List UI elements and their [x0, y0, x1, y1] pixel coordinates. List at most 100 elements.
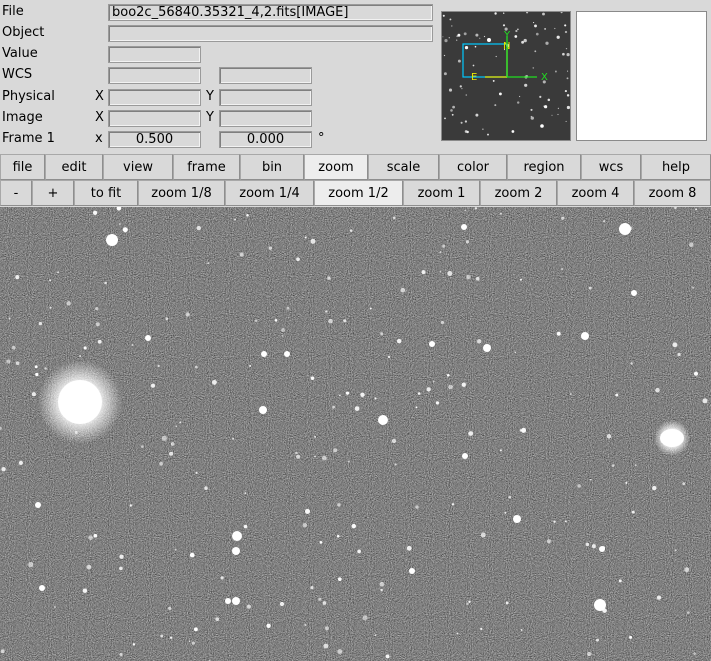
star: [466, 274, 471, 280]
star: [83, 346, 87, 350]
star: [429, 341, 435, 347]
menu-help[interactable]: help: [641, 154, 711, 180]
star: [140, 445, 144, 448]
star: [15, 275, 20, 280]
star: [534, 24, 537, 28]
star: [499, 449, 502, 452]
star: [672, 342, 678, 348]
star: [603, 220, 605, 222]
star: [474, 45, 477, 48]
star: [542, 12, 545, 16]
wcs-field-2: [219, 67, 312, 84]
menu-scale[interactable]: scale: [368, 154, 439, 180]
star: [232, 597, 240, 605]
physical-x-field: [108, 89, 201, 106]
star: [530, 115, 532, 118]
star: [448, 384, 453, 390]
star: [266, 623, 271, 628]
star: [535, 32, 539, 36]
star: [44, 367, 47, 370]
star: [479, 37, 481, 39]
menu-bin[interactable]: bin: [240, 154, 304, 180]
star: [461, 87, 463, 90]
bright-galaxy-core: [660, 429, 684, 447]
star: [492, 79, 495, 82]
star: [74, 430, 78, 434]
star: [457, 33, 461, 37]
star: [394, 463, 397, 466]
zoom-to-fit-button[interactable]: to fit: [74, 180, 138, 206]
zoom-8-button[interactable]: zoom 8: [634, 180, 711, 206]
angle-value-field: 0.000: [219, 131, 312, 148]
zoom-in-button[interactable]: +: [32, 180, 74, 206]
star: [246, 214, 249, 217]
menu-frame[interactable]: frame: [173, 154, 240, 180]
star: [566, 52, 570, 57]
menu-zoom[interactable]: zoom: [304, 154, 368, 180]
zoom-1-2-button[interactable]: zoom 1/2: [314, 180, 403, 206]
star: [314, 435, 317, 438]
star: [451, 25, 453, 27]
menu-color[interactable]: color: [439, 154, 507, 180]
star: [1, 467, 6, 472]
star: [462, 453, 468, 459]
button-bar: - + to fit zoom 1/8 zoom 1/4 zoom 1/2 zo…: [0, 180, 711, 206]
star: [460, 121, 463, 124]
star: [169, 451, 174, 456]
zoom-1-button[interactable]: zoom 1: [403, 180, 480, 206]
star: [310, 585, 314, 590]
star: [380, 588, 383, 592]
panner-view[interactable]: E N X Y: [441, 11, 571, 141]
star: [468, 600, 471, 604]
menu-region[interactable]: region: [507, 154, 581, 180]
object-field: [108, 25, 433, 42]
star: [374, 634, 377, 637]
star: [357, 549, 361, 554]
star: [466, 602, 469, 605]
zoom-2-button[interactable]: zoom 2: [480, 180, 557, 206]
zoom-1-4-button[interactable]: zoom 1/4: [225, 180, 314, 206]
star: [53, 606, 56, 608]
star: [161, 435, 167, 441]
star: [554, 27, 556, 30]
star: [656, 595, 662, 600]
star: [693, 371, 699, 376]
value-field: [108, 46, 201, 63]
menu-edit[interactable]: edit: [45, 154, 103, 180]
menu-bar: file edit view frame bin zoom scale colo…: [0, 154, 711, 180]
image-y-label: Y: [206, 110, 214, 125]
zoom-1-8-button[interactable]: zoom 1/8: [138, 180, 225, 206]
star: [322, 601, 327, 605]
star: [588, 286, 592, 290]
star: [652, 485, 657, 491]
star: [494, 104, 497, 107]
menu-wcs[interactable]: wcs: [581, 154, 641, 180]
star: [325, 310, 328, 313]
star: [566, 105, 570, 110]
zoom-out-button[interactable]: -: [0, 180, 32, 206]
star: [530, 108, 533, 111]
image-display[interactable]: [0, 207, 711, 661]
star: [321, 455, 327, 461]
star: [18, 460, 23, 465]
star: [421, 270, 426, 275]
star: [31, 392, 36, 397]
menu-view[interactable]: view: [103, 154, 173, 180]
star: [79, 355, 82, 357]
star: [681, 439, 684, 442]
zoom-4-button[interactable]: zoom 4: [557, 180, 634, 206]
star: [385, 654, 390, 659]
star: [504, 511, 507, 514]
menu-file[interactable]: file: [0, 154, 45, 180]
star: [444, 39, 448, 43]
star: [693, 652, 696, 655]
star: [83, 406, 89, 412]
star: [207, 262, 210, 265]
star: [631, 290, 637, 296]
star: [564, 24, 567, 27]
star: [259, 406, 267, 414]
star: [318, 597, 322, 601]
star: [279, 601, 285, 607]
star: [499, 212, 502, 215]
star: [11, 345, 16, 350]
